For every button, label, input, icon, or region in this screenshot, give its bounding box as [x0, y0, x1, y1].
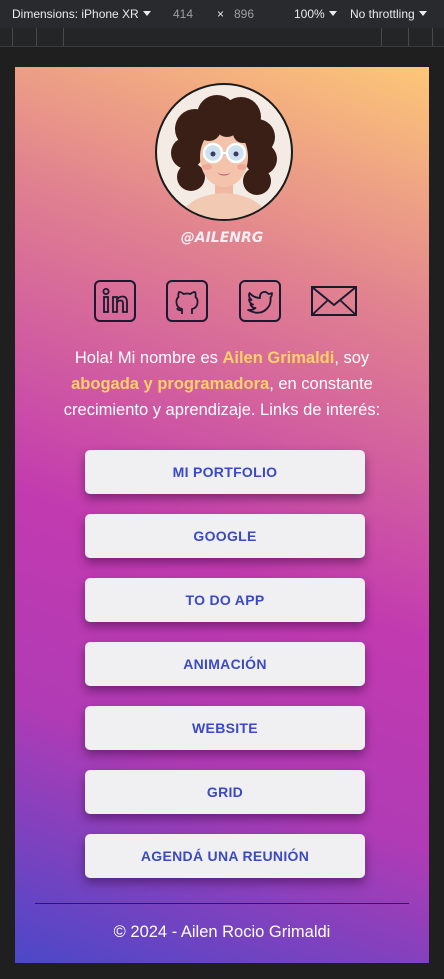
intro-role-highlight: abogada y programadora: [71, 375, 270, 393]
twitter-icon: [239, 280, 281, 322]
chevron-down-icon: [418, 11, 427, 16]
throttling-dropdown[interactable]: No throttling: [350, 7, 427, 21]
intro-text-part: Hola! Mi nombre es: [74, 349, 223, 367]
github-link[interactable]: [165, 279, 209, 323]
ruler-tick: [63, 28, 64, 46]
footer-divider: [35, 903, 409, 904]
intro-name-highlight: Ailen Grimaldi: [222, 349, 335, 367]
portfolio-button[interactable]: MI PORTFOLIO: [85, 450, 365, 494]
devtools-toolbar: Dimensions: iPhone XR 414 × 896 100% No …: [0, 0, 444, 28]
throttling-label: No throttling: [350, 7, 415, 21]
intro-text: Hola! Mi nombre es Ailen Grimaldi, soy a…: [57, 345, 387, 423]
github-icon: [166, 280, 208, 322]
height-input[interactable]: 896: [234, 7, 254, 21]
google-button[interactable]: GOOGLE: [85, 514, 365, 558]
website-button[interactable]: WEBSITE: [85, 706, 365, 750]
avatar-illustration: [171, 95, 277, 219]
chevron-down-icon: [142, 11, 151, 16]
page-viewport: @AILENRG Hola! Mi nombre es Ailen Grimal…: [15, 67, 429, 963]
ruler-tick: [12, 28, 13, 46]
linkedin-icon: [94, 280, 136, 322]
todo-app-button[interactable]: TO DO APP: [85, 578, 365, 622]
profile-handle: @AILENRG: [180, 230, 264, 246]
intro-text-part: , soy: [334, 349, 370, 367]
dimensions-dropdown[interactable]: Dimensions: iPhone XR: [12, 7, 151, 21]
zoom-dropdown[interactable]: 100%: [294, 7, 337, 21]
linkedin-link[interactable]: [93, 279, 137, 323]
width-input[interactable]: 414: [173, 7, 193, 21]
footer-copyright: © 2024 - Ailen Rocio Grimaldi: [113, 923, 331, 941]
mail-link[interactable]: [310, 279, 357, 323]
grid-button[interactable]: GRID: [85, 770, 365, 814]
ruler-tick: [408, 28, 409, 46]
ruler-tick: [36, 28, 37, 46]
ruler-tick: [381, 28, 382, 46]
ruler-tick: [432, 28, 433, 46]
animation-button[interactable]: ANIMACIÓN: [85, 642, 365, 686]
schedule-meeting-button[interactable]: AGENDÁ UNA REUNIÓN: [85, 834, 365, 878]
mail-icon: [311, 286, 357, 316]
twitter-link[interactable]: [238, 279, 282, 323]
avatar: [155, 83, 293, 221]
zoom-label: 100%: [294, 7, 325, 21]
chevron-down-icon: [328, 11, 337, 16]
dimensions-label: Dimensions: iPhone XR: [12, 7, 139, 21]
media-query-ruler: [0, 28, 444, 47]
dimension-separator: ×: [217, 7, 225, 21]
